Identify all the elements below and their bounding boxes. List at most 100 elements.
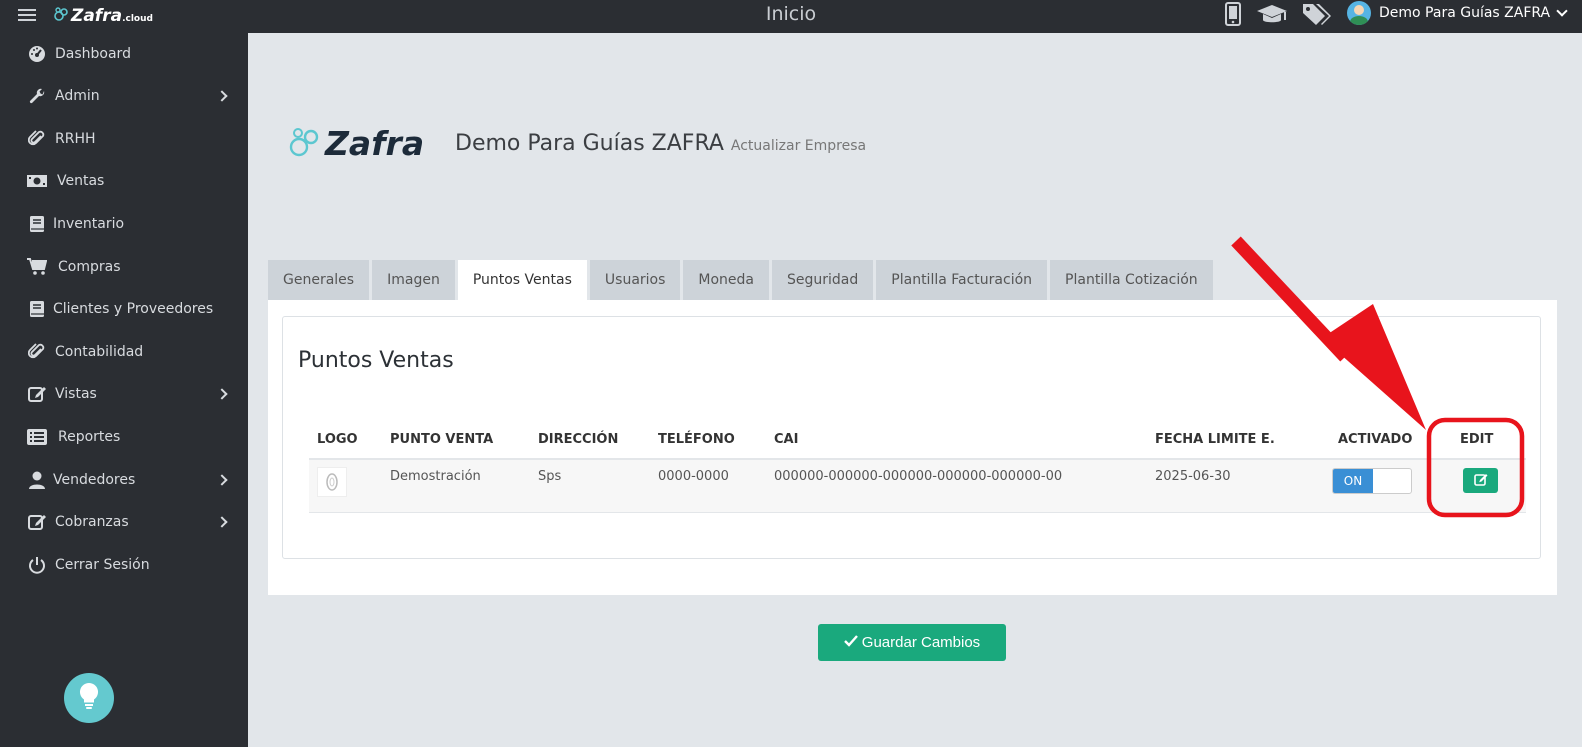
row-logo-image [317, 467, 347, 497]
toggle-on-label: ON [1333, 469, 1373, 493]
sidebar-item-compras[interactable]: Compras [0, 249, 248, 285]
dashboard-icon [27, 44, 47, 64]
sidebar-item-inventario[interactable]: Inventario [0, 206, 248, 242]
chevron-right-icon [216, 516, 228, 528]
tab-imagen[interactable]: Imagen [372, 260, 455, 300]
sidebar-item-cobranzas[interactable]: Cobranzas [0, 504, 248, 540]
sidebar-item-label: Vendedores [53, 472, 136, 488]
tab-usuarios[interactable]: Usuarios [589, 260, 681, 300]
edit-button[interactable] [1463, 468, 1498, 493]
help-bulb-button[interactable] [64, 673, 114, 723]
edit-icon [27, 512, 47, 532]
tab-puntos-ventas[interactable]: Puntos Ventas [457, 260, 587, 300]
mobile-icon[interactable] [1224, 2, 1242, 26]
menu-toggle-icon[interactable] [18, 6, 36, 22]
avatar [1347, 1, 1371, 25]
sidebar-item-label: Dashboard [55, 46, 131, 62]
company-subtitle: Actualizar Empresa [730, 138, 867, 154]
user-name: Demo Para Guías ZAFRA [1379, 5, 1551, 21]
sidebar-item-label: RRHH [55, 131, 96, 147]
sidebar-item-ventas[interactable]: Ventas [0, 163, 248, 199]
tab-seguridad[interactable]: Seguridad [772, 260, 874, 300]
cell-fecha-limite: 2025-06-30 [1155, 469, 1231, 484]
brand-bubbles-icon [54, 7, 70, 25]
cell-punto-venta: Demostración [390, 469, 481, 484]
tab-bar: Generales Imagen Puntos Ventas Usuarios … [268, 260, 1213, 300]
book-icon [27, 299, 47, 319]
top-icons [1224, 2, 1332, 26]
column-header-edit: EDIT [1460, 432, 1494, 447]
sidebar-item-contabilidad[interactable]: Contabilidad [0, 334, 248, 370]
brand-name: Zafra [71, 6, 123, 26]
edit-icon [27, 384, 47, 404]
user-icon [27, 470, 47, 490]
sidebar: Dashboard Admin RRHH Ventas Inventario C… [0, 33, 248, 747]
user-menu[interactable]: Demo Para Guías ZAFRA [1347, 1, 1568, 25]
tab-panel: Puntos Ventas LOGO PUNTO VENTA DIRECCIÓN… [268, 300, 1557, 595]
sidebar-item-cerrar-sesion[interactable]: Cerrar Sesión [0, 547, 248, 583]
cell-direccion: Sps [538, 469, 562, 484]
sidebar-item-rrhh[interactable]: RRHH [0, 121, 248, 157]
save-button-label: Guardar Cambios [861, 634, 981, 651]
column-header-punto-venta: PUNTO VENTA [390, 432, 494, 447]
sidebar-item-admin[interactable]: Admin [0, 78, 248, 114]
brand-logo[interactable]: Zafra .cloud [54, 6, 153, 26]
sidebar-item-vendedores[interactable]: Vendedores [0, 462, 248, 498]
company-name: Demo Para Guías ZAFRA [455, 131, 724, 156]
sidebar-item-label: Ventas [57, 173, 105, 189]
logo-word: Zafra [325, 124, 425, 163]
column-header-logo: LOGO [317, 432, 358, 447]
checkmark-icon [843, 634, 858, 651]
edit-icon [1473, 471, 1488, 490]
top-bar: Zafra .cloud Inicio Demo Para Guías ZAFR… [0, 0, 1582, 33]
sidebar-item-label: Cobranzas [55, 514, 129, 530]
column-header-fecha-limite: FECHA LIMITE E. [1155, 432, 1275, 447]
book-icon [27, 214, 47, 234]
wrench-icon [27, 86, 47, 106]
chevron-right-icon [216, 474, 228, 486]
sidebar-item-clientes[interactable]: Clientes y Proveedores [0, 291, 248, 327]
column-header-cai: CAI [774, 432, 799, 447]
save-button[interactable]: Guardar Cambios [818, 624, 1006, 661]
sidebar-item-label: Compras [58, 259, 121, 275]
power-icon [27, 555, 47, 575]
sidebar-item-label: Clientes y Proveedores [53, 301, 214, 317]
sidebar-item-label: Reportes [58, 429, 121, 445]
sidebar-item-label: Admin [55, 88, 100, 104]
chevron-right-icon [216, 90, 228, 102]
lightbulb-icon [78, 682, 100, 714]
sidebar-item-label: Vistas [55, 386, 97, 402]
tab-moneda[interactable]: Moneda [683, 260, 770, 300]
company-header: Demo Para Guías ZAFRA Actualizar Empresa [455, 131, 866, 156]
brand-bubbles-icon [289, 125, 323, 163]
sidebar-item-dashboard[interactable]: Dashboard [0, 36, 248, 72]
page-title: Inicio [765, 3, 817, 25]
tab-plantilla-facturacion[interactable]: Plantilla Facturación [876, 260, 1048, 300]
chevron-down-icon [1556, 5, 1568, 17]
sidebar-item-label: Contabilidad [55, 344, 144, 360]
cell-cai: 000000-000000-000000-000000-000000-00 [774, 469, 1063, 484]
graduation-cap-icon[interactable] [1256, 3, 1288, 25]
section-title: Puntos Ventas [298, 348, 454, 373]
cell-telefono: 0000-0000 [658, 469, 729, 484]
paperclip-icon [27, 342, 47, 362]
activado-toggle[interactable]: ON [1332, 468, 1412, 494]
column-header-direccion: DIRECCIÓN [538, 432, 619, 447]
sidebar-item-label: Inventario [53, 216, 125, 232]
paperclip-icon [27, 129, 47, 149]
sidebar-item-label: Cerrar Sesión [55, 557, 150, 573]
brand-suffix: .cloud [122, 14, 153, 24]
column-header-activado: ACTIVADO [1338, 432, 1413, 447]
money-icon [27, 171, 47, 191]
tab-plantilla-cotizacion[interactable]: Plantilla Cotización [1050, 260, 1213, 300]
sidebar-item-vistas[interactable]: Vistas [0, 376, 248, 412]
chevron-right-icon [216, 388, 228, 400]
list-icon [27, 427, 47, 447]
tab-generales[interactable]: Generales [268, 260, 370, 300]
cart-icon [27, 257, 47, 277]
sidebar-item-reportes[interactable]: Reportes [0, 419, 248, 455]
puntos-ventas-card: Puntos Ventas LOGO PUNTO VENTA DIRECCIÓN… [282, 316, 1541, 559]
tags-icon[interactable] [1302, 2, 1332, 26]
column-header-telefono: TELÉFONO [658, 432, 735, 447]
company-logo: Zafra [289, 124, 424, 163]
